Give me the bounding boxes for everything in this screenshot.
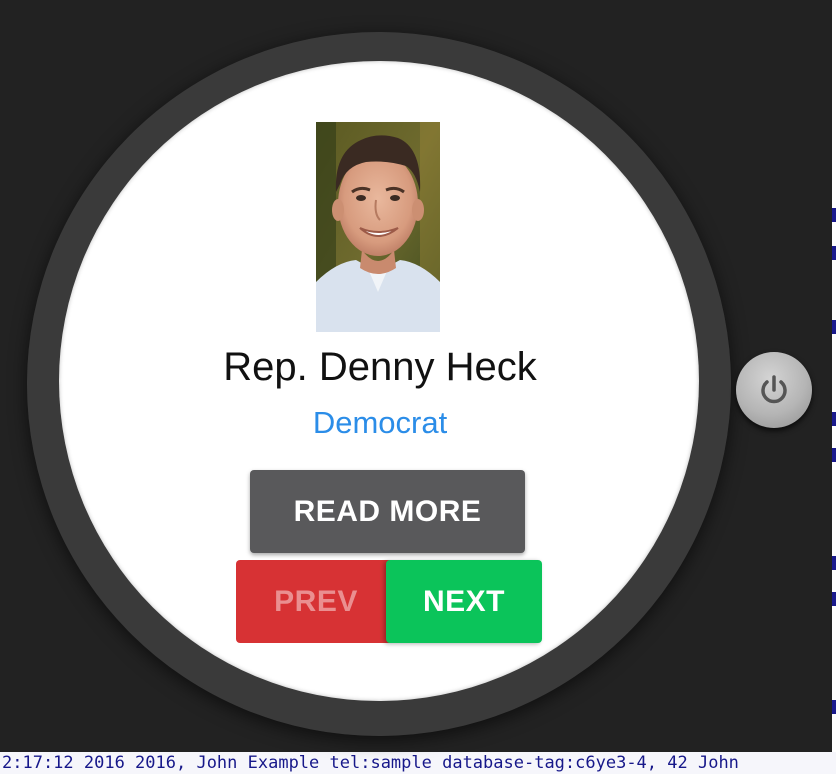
power-icon (761, 375, 787, 404)
background-page-edge (832, 0, 836, 752)
background-page-text: 2:17:12 2016 2016, John Example tel:samp… (2, 753, 739, 773)
representative-party: Democrat (312, 405, 448, 440)
background-page-mark (832, 246, 836, 260)
next-button[interactable]: NEXT (386, 560, 542, 643)
representative-name: Rep. Denny Heck (223, 345, 537, 389)
background-page-mark (832, 592, 836, 606)
background-page-mark (832, 412, 836, 426)
prev-button[interactable]: PREV (236, 560, 396, 643)
screen: 2:17:12 2016 2016, John Example tel:samp… (0, 0, 836, 774)
background-page-mark (832, 448, 836, 462)
background-page-strip: 2:17:12 2016 2016, John Example tel:samp… (0, 752, 836, 774)
power-button[interactable] (736, 352, 812, 428)
representative-photo (316, 122, 440, 332)
background-page-mark (832, 556, 836, 570)
background-page-mark (832, 320, 836, 334)
background-page-mark (832, 208, 836, 222)
read-more-button[interactable]: READ MORE (250, 470, 525, 553)
background-page-mark (832, 700, 836, 714)
